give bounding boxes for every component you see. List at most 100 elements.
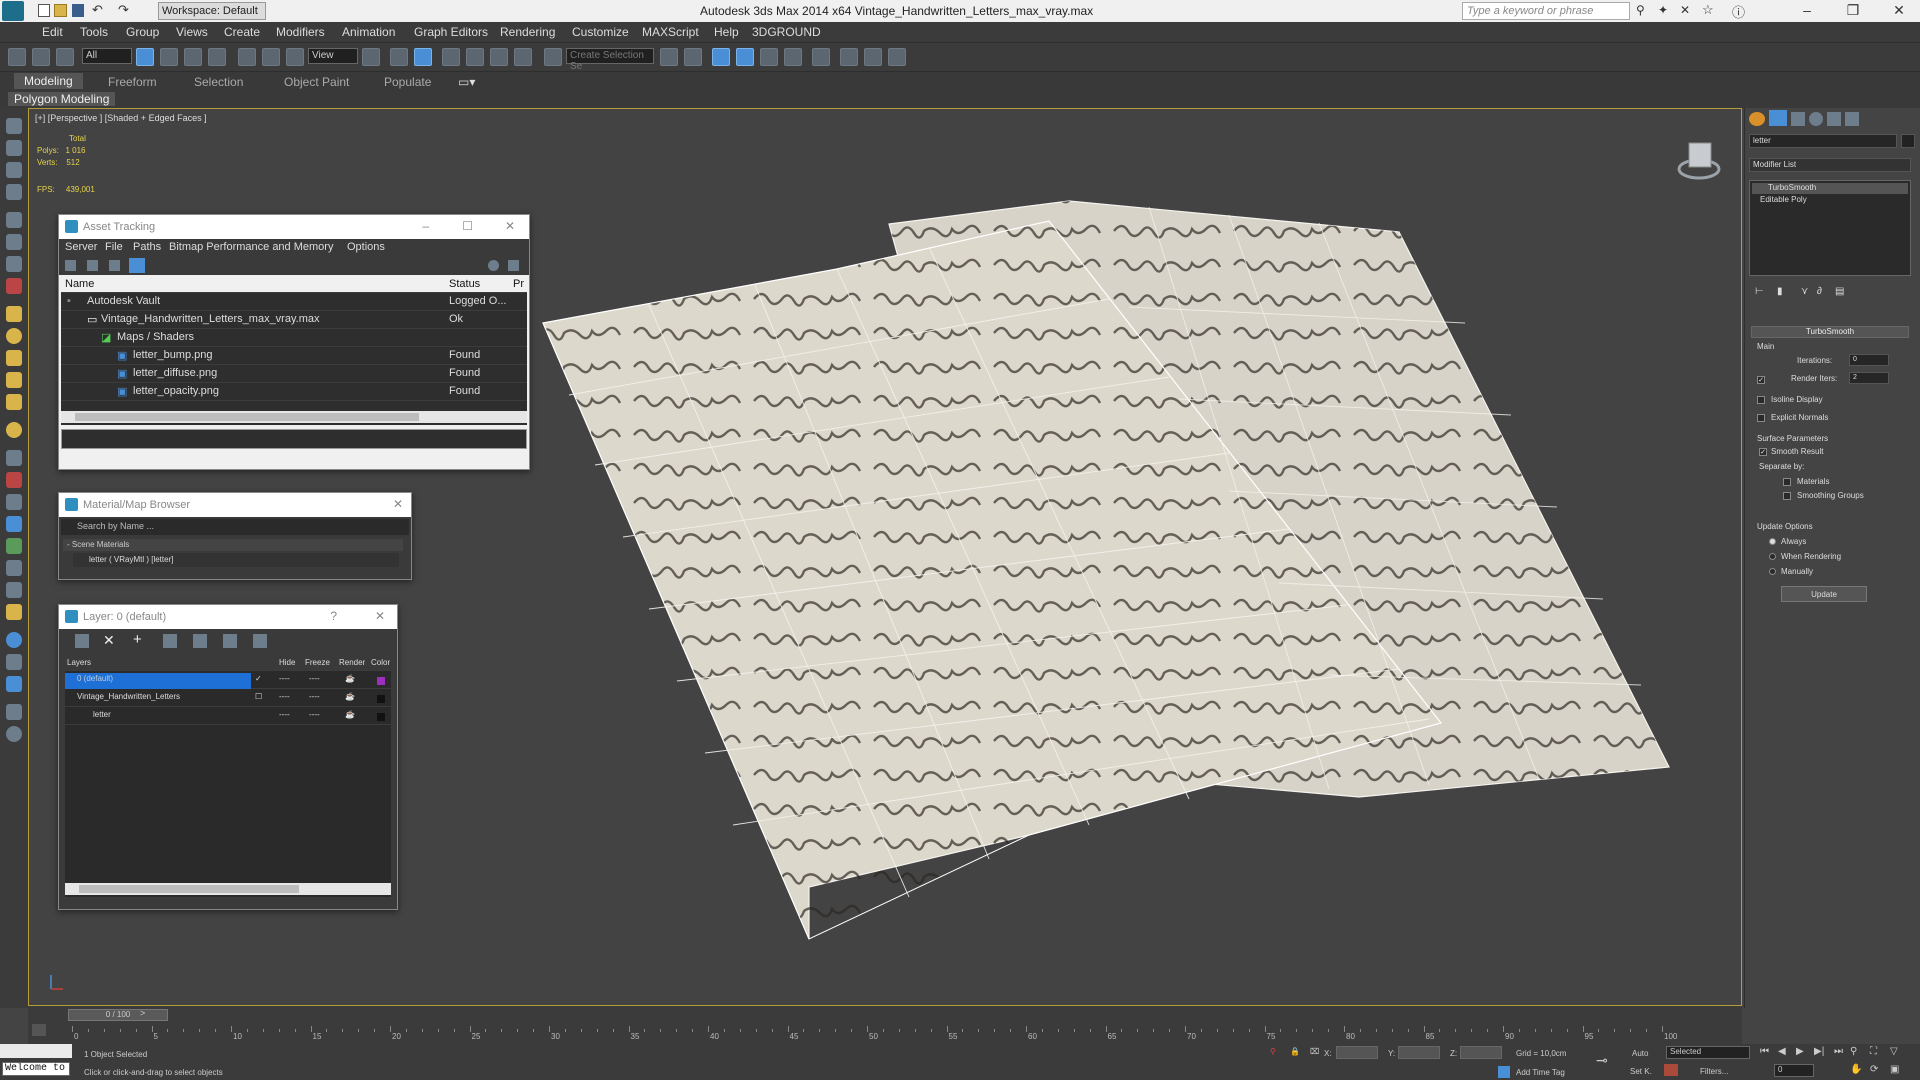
strip-tool-icon[interactable]: [6, 538, 22, 554]
hide-all-layers-icon[interactable]: [223, 634, 237, 648]
tab-freeform[interactable]: Freeform: [108, 75, 157, 89]
strip-tool-icon[interactable]: [6, 256, 22, 272]
list-view-icon[interactable]: [87, 260, 98, 271]
show-end-result-icon[interactable]: ▮: [1777, 286, 1783, 297]
rotate-icon[interactable]: [262, 48, 280, 66]
smooth-result-checkbox[interactable]: ✓: [1759, 448, 1767, 456]
menu-file[interactable]: File: [105, 241, 123, 253]
isoline-display-checkbox[interactable]: [1757, 396, 1765, 404]
select-link-icon[interactable]: [8, 48, 26, 66]
modify-tab-icon[interactable]: [1769, 110, 1787, 126]
menu-group[interactable]: Group: [126, 25, 159, 39]
x-coordinate-field[interactable]: [1336, 1046, 1378, 1059]
mirror-icon[interactable]: [660, 48, 678, 66]
quick-access-open-icon[interactable]: [54, 4, 67, 17]
layer-row[interactable]: letter ---- ---- ☕: [65, 709, 391, 725]
dialog-maximize-button[interactable]: ☐: [462, 219, 473, 233]
named-selection-dropdown[interactable]: Create Selection Se: [566, 48, 654, 72]
explicit-normals-checkbox[interactable]: [1757, 414, 1765, 422]
menu-server[interactable]: Server: [65, 241, 97, 253]
layer-color-swatch[interactable]: [377, 695, 385, 703]
layer-manager-titlebar[interactable]: Layer: 0 (default) ? ✕: [59, 605, 397, 629]
material-item[interactable]: letter ( VRayMtl ) [letter]: [73, 553, 399, 567]
strip-tool-icon[interactable]: [6, 604, 22, 620]
layer-color-swatch[interactable]: [377, 713, 385, 721]
polygon-modeling-panel[interactable]: Polygon Modeling: [8, 92, 116, 106]
render-iters-checkbox[interactable]: ✓: [1757, 376, 1765, 384]
configure-sets-icon[interactable]: ▤: [1835, 286, 1844, 297]
make-unique-icon[interactable]: ⋎: [1801, 286, 1808, 297]
rendered-frame-window-icon[interactable]: [864, 48, 882, 66]
strip-tool-icon[interactable]: [6, 394, 22, 410]
strip-tool-icon[interactable]: [6, 560, 22, 576]
update-manually-radio[interactable]: [1769, 568, 1776, 575]
render-iters-spinner[interactable]: 2: [1849, 372, 1889, 384]
column-status[interactable]: Status: [449, 278, 480, 290]
strip-tool-icon[interactable]: [6, 676, 22, 692]
menu-animation[interactable]: Animation: [342, 25, 395, 39]
render-teapot-icon[interactable]: ☕: [345, 692, 355, 701]
quick-access-new-icon[interactable]: [38, 4, 50, 17]
selection-lock-icon[interactable]: 🔒: [1290, 1047, 1300, 1056]
add-to-layer-icon[interactable]: +: [133, 631, 142, 648]
strip-tool-icon[interactable]: [6, 234, 22, 250]
help-icon[interactable]: ⓘ: [1732, 2, 1745, 21]
motion-tab-icon[interactable]: [1809, 112, 1823, 126]
menu-customize[interactable]: Customize: [572, 25, 629, 39]
strip-tool-icon[interactable]: [6, 494, 22, 510]
time-tag-icon[interactable]: [1498, 1066, 1510, 1078]
spinner-snap-icon[interactable]: [514, 48, 532, 66]
hierarchy-tab-icon[interactable]: [1791, 112, 1805, 126]
menu-create[interactable]: Create: [224, 25, 260, 39]
update-always-radio[interactable]: [1769, 538, 1776, 545]
strip-tool-icon[interactable]: [6, 306, 22, 322]
material-editor-icon[interactable]: [812, 48, 830, 66]
y-coordinate-field[interactable]: [1398, 1046, 1440, 1059]
strip-tool-icon[interactable]: [6, 162, 22, 178]
material-search-input[interactable]: Search by Name ...: [61, 519, 409, 535]
tree-row[interactable]: ▣ letter_diffuse.png Found: [61, 365, 527, 383]
strip-tool-icon[interactable]: [6, 278, 22, 294]
strip-tool-icon[interactable]: [6, 472, 22, 488]
column-layers[interactable]: Layers: [67, 658, 91, 667]
strip-tool-icon[interactable]: [6, 184, 22, 200]
stack-item-turbosmooth[interactable]: TurboSmooth: [1752, 183, 1908, 194]
layer-hide-toggle[interactable]: ----: [279, 710, 290, 719]
mini-curve-editor-icon[interactable]: [32, 1024, 46, 1036]
dialog-help-button[interactable]: ?: [330, 609, 337, 623]
scene-explorer-icon[interactable]: [712, 48, 730, 66]
column-hide[interactable]: Hide: [279, 658, 295, 667]
maxscript-mini-input[interactable]: Welcome to: [2, 1062, 70, 1076]
render-teapot-icon[interactable]: ☕: [345, 674, 355, 683]
workspace-dropdown[interactable]: Workspace: Default: [158, 2, 266, 20]
tools-icon[interactable]: ✦: [1658, 3, 1668, 17]
scale-icon[interactable]: [286, 48, 304, 66]
menu-3dground[interactable]: 3DGROUND: [752, 25, 821, 39]
pan-icon[interactable]: ✋: [1850, 1064, 1862, 1075]
curve-editor-icon[interactable]: [784, 48, 802, 66]
freeze-all-layers-icon[interactable]: [253, 634, 267, 648]
quick-access-save-icon[interactable]: [72, 4, 84, 17]
zoom-icon[interactable]: ⚲: [1850, 1046, 1857, 1057]
utilities-tab-icon[interactable]: [1845, 112, 1859, 126]
add-time-tag-button[interactable]: Add Time Tag: [1516, 1068, 1565, 1077]
strip-tool-icon[interactable]: [6, 328, 22, 344]
display-tab-icon[interactable]: [1827, 112, 1841, 126]
modifier-list-dropdown[interactable]: Modifier List: [1749, 158, 1911, 172]
menu-modifiers[interactable]: Modifiers: [276, 25, 325, 39]
layer-freeze-toggle[interactable]: ----: [309, 692, 320, 701]
redo-icon[interactable]: ↷: [118, 2, 129, 18]
isolate-selection-icon[interactable]: ⚲: [1270, 1047, 1276, 1056]
layer-explorer-icon[interactable]: [736, 48, 754, 66]
delete-layer-icon[interactable]: ✕: [103, 632, 115, 649]
exchange-icon[interactable]: ✕: [1680, 3, 1690, 17]
absolute-mode-icon[interactable]: ⌧: [1310, 1047, 1319, 1056]
strip-tool-icon[interactable]: [6, 450, 22, 466]
object-name-field[interactable]: letter: [1749, 134, 1897, 148]
bind-space-warp-icon[interactable]: [56, 48, 74, 66]
remove-modifier-icon[interactable]: ∂: [1817, 286, 1822, 297]
scene-materials-group[interactable]: - Scene Materials: [63, 539, 403, 551]
column-name[interactable]: Name: [65, 278, 94, 290]
menu-rendering[interactable]: Rendering: [500, 25, 555, 39]
menu-maxscript[interactable]: MAXScript: [642, 25, 699, 39]
